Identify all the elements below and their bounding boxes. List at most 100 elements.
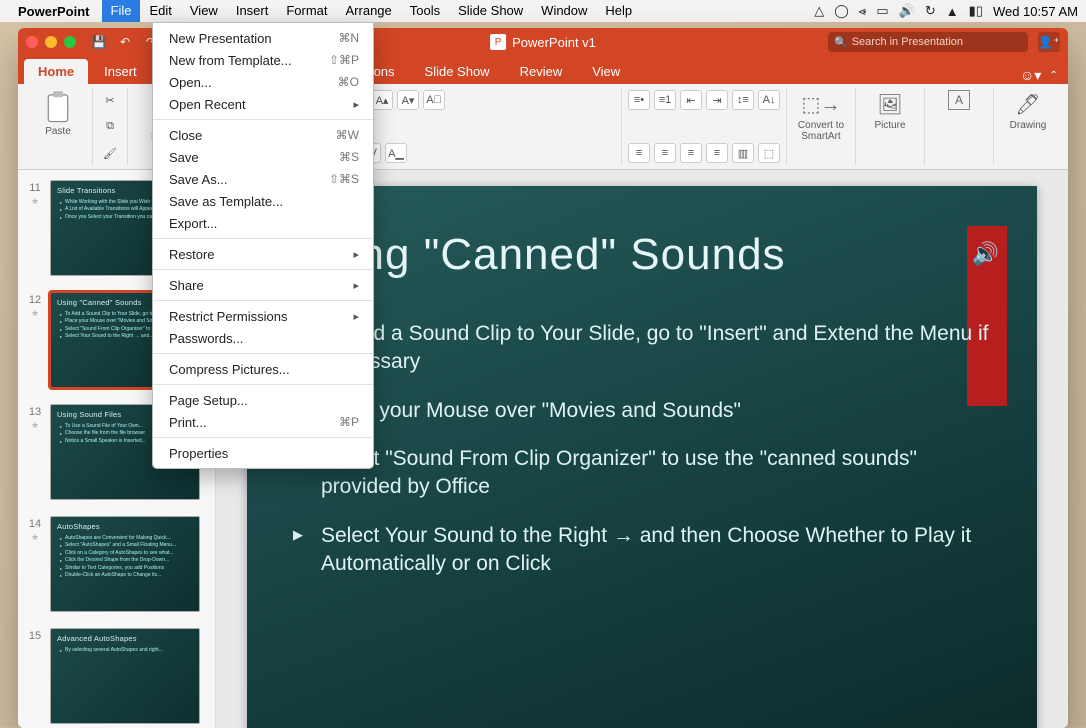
file-menu-restrict-permissions[interactable]: Restrict Permissions: [153, 305, 373, 327]
indent-less-button[interactable]: ⇤: [680, 90, 702, 110]
powerpoint-icon: P: [490, 34, 506, 50]
align-right-button[interactable]: ≡: [680, 143, 702, 163]
drawing-button[interactable]: 🖊 Drawing: [1000, 90, 1056, 131]
user-icon[interactable]: ◯: [834, 3, 849, 19]
paste-button[interactable]: Paste: [30, 90, 86, 137]
align-left-button[interactable]: ≡: [628, 143, 650, 163]
tab-home[interactable]: Home: [24, 59, 88, 84]
numbering-button[interactable]: ≡1: [654, 90, 676, 110]
text-direction-button[interactable]: A↓: [758, 90, 780, 110]
ribbon-smiley-icon[interactable]: ☺▾: [1020, 67, 1041, 84]
copy-icon[interactable]: ⧉: [99, 117, 121, 137]
sound-icon[interactable]: 🔊: [972, 241, 999, 267]
dropbox-icon[interactable]: ⩹: [859, 3, 867, 19]
menu-insert[interactable]: Insert: [227, 0, 278, 22]
slide-bullet[interactable]: Select Your Sound to the Right → and the…: [293, 522, 991, 579]
columns-button[interactable]: ▥: [732, 143, 754, 163]
bullets-button[interactable]: ≡•: [628, 90, 650, 110]
window-traffic-lights: [26, 36, 76, 48]
convert-smartart-button[interactable]: ⬚→ Convert to SmartArt: [793, 90, 849, 142]
file-menu-open[interactable]: Open...⌘O: [153, 71, 373, 93]
app-name[interactable]: PowerPoint: [18, 4, 90, 19]
textbox-button[interactable]: A: [931, 90, 987, 110]
menu-tools[interactable]: Tools: [401, 0, 449, 22]
cut-icon[interactable]: ✂: [99, 90, 121, 110]
search-icon: 🔍: [834, 36, 848, 49]
file-menu-close[interactable]: Close⌘W: [153, 124, 373, 146]
sync-icon[interactable]: ↻: [925, 3, 936, 19]
file-menu-save-as-template[interactable]: Save as Template...: [153, 190, 373, 212]
file-menu-new-from-template[interactable]: New from Template...⇧⌘P: [153, 49, 373, 71]
qat-undo-icon[interactable]: ↶: [116, 33, 134, 51]
menu-format[interactable]: Format: [277, 0, 336, 22]
smartart-icon: ⬚→: [807, 90, 835, 118]
menu-slideshow[interactable]: Slide Show: [449, 0, 532, 22]
search-in-presentation[interactable]: 🔍: [828, 32, 1028, 52]
tab-view[interactable]: View: [578, 59, 634, 84]
thumb-number: 11★: [26, 180, 44, 207]
slide-bullet[interactable]: Select "Sound From Clip Organizer" to us…: [293, 445, 991, 502]
font-color-button[interactable]: A▁: [385, 143, 407, 163]
file-menu-new-presentation[interactable]: New Presentation⌘N: [153, 27, 373, 49]
macos-menubar: PowerPoint File Edit View Insert Format …: [0, 0, 1086, 22]
slide-title[interactable]: Using "Canned" Sounds: [293, 230, 991, 280]
picture-label: Picture: [874, 120, 905, 131]
volume-icon[interactable]: 🔊: [899, 3, 915, 19]
gdrive-icon[interactable]: △: [814, 3, 824, 19]
menu-window[interactable]: Window: [532, 0, 596, 22]
tab-review[interactable]: Review: [506, 59, 577, 84]
slide-thumbnail[interactable]: Advanced AutoShapesBy selecting several …: [50, 628, 200, 724]
thumb-number: 15: [26, 628, 44, 642]
menubar-clock[interactable]: Wed 10:57 AM: [993, 4, 1078, 19]
file-menu-properties[interactable]: Properties: [153, 442, 373, 464]
line-spacing-button[interactable]: ↕≡: [732, 90, 754, 110]
menu-edit[interactable]: Edit: [140, 0, 180, 22]
account-button[interactable]: 👤⁺: [1038, 32, 1060, 52]
file-menu-passwords[interactable]: Passwords...: [153, 327, 373, 349]
window-zoom-button[interactable]: [64, 36, 76, 48]
thumb-number: 12★: [26, 292, 44, 319]
file-menu-share[interactable]: Share: [153, 274, 373, 296]
slide-thumbnail[interactable]: AutoShapesAutoShapes are Convenient for …: [50, 516, 200, 612]
display-icon[interactable]: ▭: [876, 3, 888, 19]
file-menu-restore[interactable]: Restore: [153, 243, 373, 265]
textbox-icon: A: [948, 90, 970, 110]
battery-icon[interactable]: ▮▯: [969, 3, 983, 19]
search-input[interactable]: [852, 36, 1022, 48]
justify-button[interactable]: ≡: [706, 143, 728, 163]
clipboard-icon: [43, 90, 73, 124]
format-painter-icon[interactable]: 🖌: [99, 143, 121, 163]
file-menu-print[interactable]: Print...⌘P: [153, 411, 373, 433]
file-menu-page-setup[interactable]: Page Setup...: [153, 389, 373, 411]
align-center-button[interactable]: ≡: [654, 143, 676, 163]
ribbon-collapse-icon[interactable]: ˆ: [1051, 68, 1056, 84]
paste-label: Paste: [45, 126, 71, 137]
slide-bullet[interactable]: Place your Mouse over "Movies and Sounds…: [293, 397, 991, 425]
picture-button[interactable]: 🖼 Picture: [862, 90, 918, 131]
quick-access-toolbar: 💾 ↶ ↷: [90, 33, 160, 51]
window-minimize-button[interactable]: [45, 36, 57, 48]
file-menu-export[interactable]: Export...: [153, 212, 373, 234]
menu-view[interactable]: View: [181, 0, 227, 22]
grow-font-button[interactable]: A▴: [371, 90, 393, 110]
window-close-button[interactable]: [26, 36, 38, 48]
file-menu-save-as[interactable]: Save As...⇧⌘S: [153, 168, 373, 190]
qat-save-icon[interactable]: 💾: [90, 33, 108, 51]
tab-slideshow[interactable]: Slide Show: [411, 59, 504, 84]
shrink-font-button[interactable]: A▾: [397, 90, 419, 110]
menu-arrange[interactable]: Arrange: [337, 0, 401, 22]
slide-body[interactable]: To Add a Sound Clip to Your Slide, go to…: [293, 320, 991, 578]
clear-format-button[interactable]: A⃠: [423, 90, 445, 110]
tab-insert[interactable]: Insert: [90, 59, 151, 84]
file-menu-compress-pictures[interactable]: Compress Pictures...: [153, 358, 373, 380]
file-menu-open-recent[interactable]: Open Recent: [153, 93, 373, 115]
wifi-icon[interactable]: ▲: [946, 4, 959, 19]
file-menu-dropdown: New Presentation⌘NNew from Template...⇧⌘…: [152, 22, 374, 469]
menu-file[interactable]: File: [102, 0, 141, 22]
indent-more-button[interactable]: ⇥: [706, 90, 728, 110]
slide-bullet[interactable]: To Add a Sound Clip to Your Slide, go to…: [293, 320, 991, 377]
document-title: PowerPoint v1: [512, 35, 596, 50]
file-menu-save[interactable]: Save⌘S: [153, 146, 373, 168]
align-text-button[interactable]: ⬚: [758, 143, 780, 163]
menu-help[interactable]: Help: [596, 0, 641, 22]
